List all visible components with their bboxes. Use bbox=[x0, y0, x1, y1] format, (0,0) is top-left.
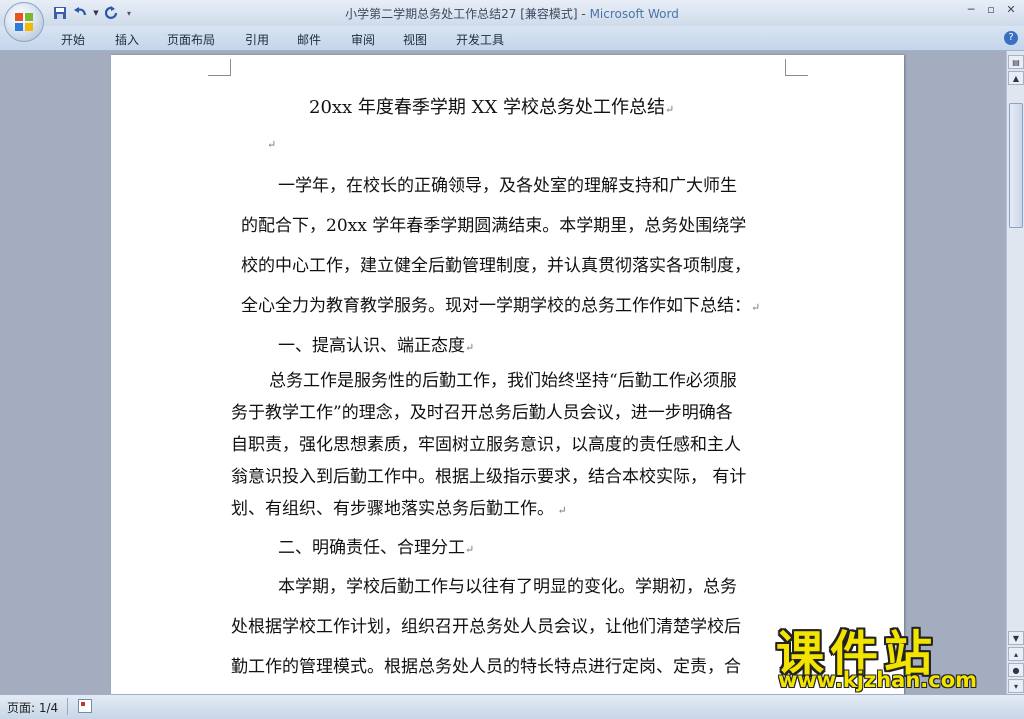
empty-paragraph: ↵ bbox=[267, 133, 276, 153]
help-icon[interactable]: ? bbox=[1004, 31, 1018, 45]
document-heading-text: 20xx 年度春季学期 XX 学校总务处工作总结 bbox=[309, 97, 665, 118]
paragraph-line: 处根据学校工作计划，组织召开总务处人员会议，让他们清楚学校后 bbox=[231, 617, 741, 637]
window-controls: ─ ▫ ✕ bbox=[962, 2, 1020, 18]
paragraph-line: 一学年，在校长的正确领导，及各处室的理解支持和广大师生 bbox=[278, 176, 737, 196]
application-name: Microsoft Word bbox=[589, 7, 679, 21]
page-count[interactable]: 页面: 1/4 bbox=[7, 699, 58, 716]
tab-home[interactable]: 开始 bbox=[61, 31, 85, 48]
tab-references[interactable]: 引用 bbox=[245, 31, 269, 48]
document-workspace: 20xx 年度春季学期 XX 学校总务处工作总结↵ ↵ 一学年，在校长的正确领导… bbox=[0, 51, 1006, 694]
tab-review[interactable]: 审阅 bbox=[351, 31, 375, 48]
scroll-thumb[interactable] bbox=[1009, 103, 1023, 228]
tab-view[interactable]: 视图 bbox=[403, 31, 427, 48]
title-bar: ▼ ▾ 小学第二学期总务处工作总结27 [兼容模式] - Microsoft W… bbox=[0, 0, 1024, 27]
paragraph-mark: ↵ bbox=[465, 543, 475, 556]
watermark-logo: 课件站 www.kjzhan.com bbox=[772, 612, 1012, 694]
status-divider bbox=[67, 698, 68, 715]
section-heading-2: 二、明确责任、合理分工↵ bbox=[278, 533, 474, 558]
window-title: 小学第二学期总务处工作总结27 [兼容模式] - Microsoft Word bbox=[0, 5, 1024, 22]
paragraph-line-text: 划、有组织、有步骤地落实总务后勤工作。 bbox=[231, 499, 554, 519]
status-bar: 页面: 1/4 bbox=[0, 694, 1024, 719]
margin-corner-top-left bbox=[208, 59, 231, 76]
document-title: 小学第二学期总务处工作总结27 [兼容模式] - bbox=[345, 7, 590, 21]
paragraph-line: 本学期，学校后勤工作与以往有了明显的变化。学期初，总务 bbox=[278, 577, 737, 597]
tab-developer[interactable]: 开发工具 bbox=[456, 31, 504, 48]
watermark-url: www.kjzhan.com bbox=[778, 668, 978, 692]
paragraph-line: 总务工作是服务性的后勤工作，我们始终坚持“后勤工作必须服 bbox=[269, 371, 737, 391]
paragraph-line: 的配合下，20xx 学年春季学期圆满结束。本学期里，总务处围绕学 bbox=[241, 216, 747, 236]
minimize-button[interactable]: ─ bbox=[962, 2, 980, 18]
paragraph-line: 翁意识投入到后勤工作中。根据上级指示要求，结合本校实际， 有计 bbox=[231, 467, 747, 487]
paragraph-mark: ↵ bbox=[267, 138, 277, 151]
paragraph-line: 校的中心工作，建立健全后勤管理制度，并认真贯彻落实各项制度， bbox=[241, 256, 751, 276]
document-page[interactable]: 20xx 年度春季学期 XX 学校总务处工作总结↵ ↵ 一学年，在校长的正确领导… bbox=[111, 55, 904, 694]
scroll-up-button[interactable]: ▲ bbox=[1008, 71, 1024, 85]
paragraph-mark: ↵ bbox=[554, 504, 567, 517]
ribbon-tabs: 开始 插入 页面布局 引用 邮件 审阅 视图 开发工具 ? bbox=[0, 26, 1024, 51]
tab-mailings[interactable]: 邮件 bbox=[297, 31, 321, 48]
section-heading-text: 一、提高认识、端正态度 bbox=[278, 336, 465, 356]
tab-page-layout[interactable]: 页面布局 bbox=[167, 31, 215, 48]
section-heading-1: 一、提高认识、端正态度↵ bbox=[278, 331, 474, 356]
proofing-icon[interactable] bbox=[78, 699, 92, 713]
paragraph-line: 划、有组织、有步骤地落实总务后勤工作。 ↵ bbox=[231, 494, 567, 519]
paragraph-mark: ↵ bbox=[751, 301, 761, 314]
section-heading-text: 二、明确责任、合理分工 bbox=[278, 538, 465, 558]
vertical-scrollbar[interactable]: ▤ ▲ ▼ ▴ ● ▾ bbox=[1006, 51, 1024, 694]
maximize-button[interactable]: ▫ bbox=[982, 2, 1000, 18]
paragraph-mark: ↵ bbox=[665, 103, 675, 116]
office-button[interactable] bbox=[4, 2, 44, 42]
paragraph-line: 勤工作的管理模式。根据总务处人员的特长特点进行定岗、定责，合 bbox=[231, 657, 741, 677]
ruler-toggle-icon[interactable]: ▤ bbox=[1008, 55, 1024, 69]
close-button[interactable]: ✕ bbox=[1002, 2, 1020, 18]
paragraph-line-text: 全心全力为教育教学服务。现对一学期学校的总务工作作如下总结： bbox=[241, 296, 751, 316]
paragraph-line: 务于教学工作”的理念，及时召开总务后勤人员会议，进一步明确各 bbox=[231, 403, 733, 423]
margin-corner-top-right bbox=[785, 59, 808, 76]
paragraph-line: 全心全力为教育教学服务。现对一学期学校的总务工作作如下总结：↵ bbox=[241, 291, 760, 316]
document-heading: 20xx 年度春季学期 XX 学校总务处工作总结↵ bbox=[309, 93, 674, 119]
paragraph-mark: ↵ bbox=[465, 341, 475, 354]
office-logo-icon bbox=[15, 13, 33, 31]
tab-insert[interactable]: 插入 bbox=[115, 31, 139, 48]
paragraph-line: 自职责，强化思想素质，牢固树立服务意识，以高度的责任感和主人 bbox=[231, 435, 741, 455]
